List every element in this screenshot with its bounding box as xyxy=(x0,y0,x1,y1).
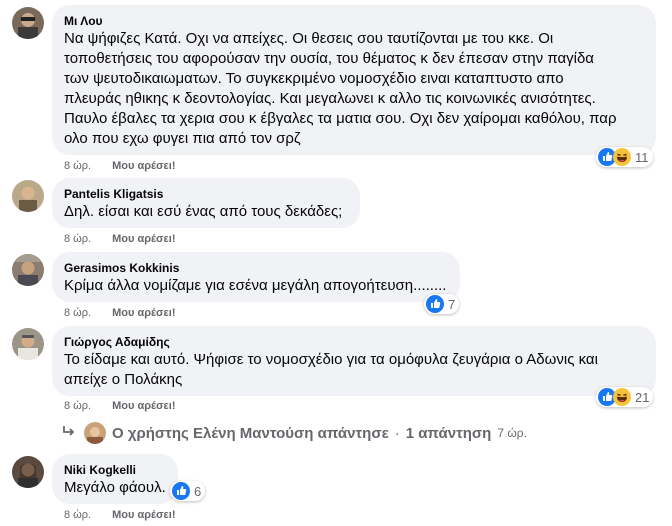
comment-text: Μεγάλο φάουλ. xyxy=(64,479,166,496)
separator: · xyxy=(394,424,400,442)
reactions-summary[interactable]: 7 xyxy=(424,294,460,314)
comment-text: Δηλ. είσαι και εσύ ένας από τους δεκάδες… xyxy=(64,203,343,220)
comment-author[interactable]: Pantelis Kligatsis xyxy=(64,186,348,202)
comment-text: Κρίμα άλλα νομίζαμε για εσένα μεγάλη απο… xyxy=(64,277,447,294)
reactions-summary[interactable]: 6 xyxy=(170,481,206,501)
comment-author[interactable]: Γιώργος Αδαμίδης xyxy=(64,334,644,350)
like-button[interactable]: Μου αρέσει! xyxy=(112,307,175,319)
comment-time[interactable]: 8 ώρ. xyxy=(64,400,91,412)
reply-author-text: Ο χρήστης Ελένη Μαντούση απάντησε xyxy=(112,424,389,442)
avatar[interactable] xyxy=(12,456,44,488)
avatar[interactable] xyxy=(12,180,44,212)
comment-meta: 8 ώρ. Μου αρέσει! xyxy=(64,232,175,246)
reaction-count: 21 xyxy=(635,389,650,405)
reaction-count: 6 xyxy=(194,483,202,499)
haha-icon xyxy=(613,388,631,406)
comment-bubble: Niki Kogkelli Μεγάλο φάουλ. xyxy=(52,454,178,504)
comment-meta: 8 ώρ. Μου αρέσει! xyxy=(64,306,175,320)
comment-time[interactable]: 8 ώρ. xyxy=(64,509,91,521)
comment-meta: 8 ώρ. Μου αρέσει! xyxy=(64,159,175,173)
comment-author[interactable]: Μι Λου xyxy=(64,13,644,29)
reply-arrow-icon xyxy=(62,424,76,442)
comment-time[interactable]: 8 ώρ. xyxy=(64,233,91,245)
comment-author[interactable]: Gerasimos Kokkinis xyxy=(64,260,448,276)
reaction-count: 11 xyxy=(635,149,649,165)
avatar[interactable] xyxy=(12,254,44,286)
comment-author[interactable]: Niki Kogkelli xyxy=(64,462,166,478)
reaction-count: 7 xyxy=(448,296,456,312)
like-button[interactable]: Μου αρέσει! xyxy=(112,160,175,172)
comment-meta: 8 ώρ. Μου αρέσει! xyxy=(64,399,175,413)
like-icon xyxy=(172,482,190,500)
reactions-summary[interactable]: 11 xyxy=(596,147,653,167)
view-replies-link[interactable]: Ο χρήστης Ελένη Μαντούση απάντησε · 1 απ… xyxy=(62,420,527,446)
avatar xyxy=(84,422,106,444)
like-icon xyxy=(426,295,444,313)
comment-bubble: Μι Λου Να ψήφιζες Κατά. Οχι να απείχες. … xyxy=(52,5,656,155)
avatar[interactable] xyxy=(12,7,44,39)
comment-text: Να ψήφιζες Κατά. Οχι να απείχες. Οι θεσε… xyxy=(64,30,617,147)
like-button[interactable]: Μου αρέσει! xyxy=(112,509,175,521)
like-button[interactable]: Μου αρέσει! xyxy=(112,233,175,245)
like-button[interactable]: Μου αρέσει! xyxy=(112,400,175,412)
haha-icon xyxy=(613,148,631,166)
comment-time[interactable]: 8 ώρ. xyxy=(64,160,91,172)
comment-bubble: Gerasimos Kokkinis Κρίμα άλλα νομίζαμε γ… xyxy=(52,252,460,302)
reply-time: 7 ώρ. xyxy=(497,426,527,440)
comment-bubble: Γιώργος Αδαμίδης Το είδαμε και αυτό. Ψήφ… xyxy=(52,326,656,396)
comment-bubble: Pantelis Kligatsis Δηλ. είσαι και εσύ έν… xyxy=(52,178,360,228)
reply-count: 1 απάντηση xyxy=(405,424,492,442)
avatar[interactable] xyxy=(12,328,44,360)
comment-text: Το είδαμε και αυτό. Ψήφισε το νομοσχέδιο… xyxy=(64,351,598,388)
comment-meta: 8 ώρ. Μου αρέσει! xyxy=(64,508,175,522)
reactions-summary[interactable]: 21 xyxy=(596,387,654,407)
comment-time[interactable]: 8 ώρ. xyxy=(64,307,91,319)
